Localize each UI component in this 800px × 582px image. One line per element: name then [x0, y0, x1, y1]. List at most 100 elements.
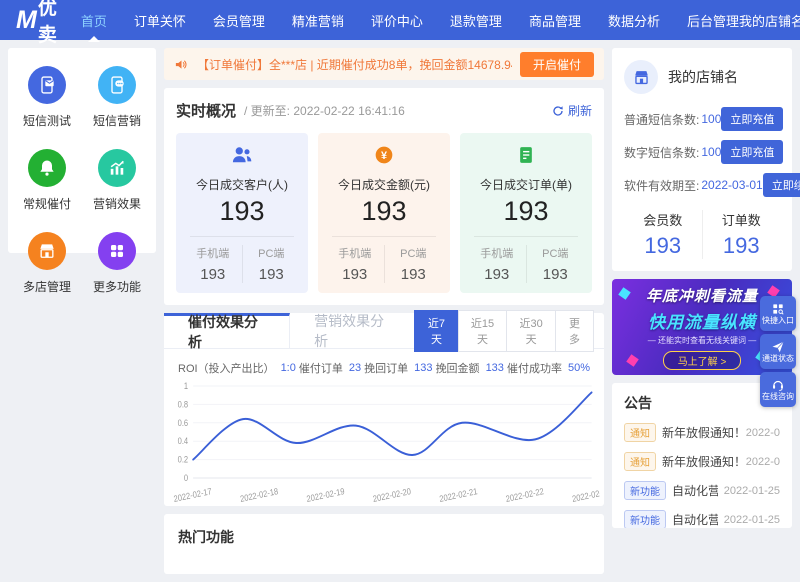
mobile-value: 193 — [342, 266, 368, 283]
nav-item-analytics[interactable]: 数据分析 — [608, 0, 660, 42]
nav-item-home[interactable]: 首页 — [81, 0, 107, 42]
recharge-button-2[interactable]: 立即充值 — [721, 140, 784, 164]
shop-panel-title: 我的店铺名 — [668, 69, 738, 85]
sidebar-item-marketing-effect[interactable]: 营销效果 — [82, 149, 152, 212]
channel-status-button[interactable]: 通道状态 — [760, 334, 796, 369]
app-logo[interactable]: M 优卖 — [16, 0, 57, 47]
notice-text: 【订单催付】全***店 | 近期催付成功8单，挽回金额14678.94元，催付成… — [197, 57, 512, 72]
svg-text:2022-02-21: 2022-02-21 — [439, 485, 479, 504]
sidebar-item-label: 短信营销 — [92, 114, 141, 128]
nav-item-reviews[interactable]: 评价中心 — [371, 0, 423, 42]
svg-text:2022-02-17: 2022-02-17 — [173, 485, 213, 504]
digital-sms-value: 100 — [701, 145, 722, 159]
svg-text:0.2: 0.2 — [178, 454, 189, 465]
kpi-roi: ROI（投入产出比） 1:0 — [178, 362, 296, 375]
pc-label: PC端 — [258, 248, 285, 260]
svg-text:2022-02-18: 2022-02-18 — [239, 485, 279, 504]
nav-item-members[interactable]: 会员管理 — [213, 0, 265, 42]
svg-text:2022-02-20: 2022-02-20 — [372, 485, 412, 504]
filter-7d[interactable]: 近7天 — [414, 309, 459, 352]
order-doc-icon — [520, 147, 532, 163]
renew-button[interactable]: 立即续费 — [762, 173, 800, 197]
nav-item-products[interactable]: 商品管理 — [529, 0, 581, 42]
sms-test-icon — [28, 66, 66, 104]
stat-card-title: 今日成交订单(单) — [480, 178, 572, 192]
sidebar-item-label: 短信测试 — [22, 114, 71, 128]
sidebar-item-label: 常规催付 — [22, 197, 71, 211]
banner-line3: — 还能实时查看无线关键词 — — [647, 335, 757, 345]
sms-balance-value: 100 — [701, 112, 722, 126]
nav-item-backend[interactable]: 后台管理 — [687, 0, 739, 42]
shop-panel: 我的店铺名 普通短信条数: 100 立即充值 数字短信条数: 100 立即充值 … — [612, 48, 800, 271]
nav-item-refunds[interactable]: 退款管理 — [450, 0, 502, 42]
member-count: 会员数 193 — [643, 213, 683, 258]
sidebar-item-payment-reminder[interactable]: 常规催付 — [12, 149, 82, 212]
nav-item-order-care[interactable]: 订单关怀 — [134, 0, 186, 42]
line-chart: 0 0.2 0.4 0.6 0.8 1 2022-02-17 2022-02-18 2022-0… — [164, 378, 604, 506]
announcement-item[interactable]: 通知 新年放假通知！！！ 2022-0 — [624, 423, 780, 442]
nav-item-marketing[interactable]: 精准营销 — [292, 0, 344, 42]
tab-reminder-effect[interactable]: 催付效果分析 — [164, 313, 291, 350]
new-feature-badge: 新功能 — [624, 510, 666, 528]
kpi-recovered-orders: 挽回订单 133 — [364, 362, 433, 375]
filter-15d[interactable]: 近15天 — [457, 309, 508, 352]
filter-30d[interactable]: 近30天 — [506, 309, 556, 352]
apps-search-icon — [773, 304, 784, 315]
svg-text:¥: ¥ — [381, 150, 387, 162]
license-expiry-row: 软件有效期至: 2022-03-01 立即续费 — [624, 173, 800, 197]
recharge-button[interactable]: 立即充值 — [721, 107, 784, 131]
storefront-icon — [624, 60, 658, 94]
logo-m-icon: M — [16, 5, 37, 34]
online-support-button[interactable]: 在线咨询 — [760, 372, 796, 407]
refresh-icon — [553, 105, 563, 116]
banner-cta-button[interactable]: 马上了解 > — [662, 350, 742, 370]
mobile-label: 手机端 — [338, 248, 372, 260]
sidebar-item-multi-store[interactable]: 多店管理 — [12, 232, 82, 295]
store-icon — [28, 232, 66, 270]
mobile-label: 手机端 — [196, 248, 230, 260]
sidebar-item-sms-test[interactable]: 短信测试 — [12, 66, 82, 129]
floating-sidebar: 快捷入口 通道状态 在线咨询 — [760, 296, 796, 407]
svg-text:2022-02-19: 2022-02-19 — [306, 485, 346, 504]
pc-value: 193 — [542, 266, 568, 283]
stat-card-value: 193 — [361, 196, 407, 226]
shop-dropdown-label: 我的店铺名 — [738, 13, 800, 29]
stat-card-value: 193 — [219, 196, 265, 226]
speaker-icon — [175, 59, 187, 69]
shop-dropdown[interactable]: 我的店铺名 — [739, 11, 800, 30]
sidebar-item-label: 多店管理 — [22, 280, 71, 294]
svg-text:0.4: 0.4 — [178, 436, 189, 447]
sidebar-item-sms-marketing[interactable]: 短信营销 — [82, 66, 152, 129]
realtime-overview-card: 实时概况 / 更新至: 2022-02-22 16:41:16 刷新 今日成交客… — [164, 88, 604, 305]
realtime-updated-time: / 更新至: 2022-02-22 16:41:16 — [244, 104, 405, 118]
refresh-button[interactable]: 刷新 — [552, 102, 592, 119]
analysis-card: 催付效果分析 营销效果分析 近7天 近15天 近30天 更多 ROI（投入产出比… — [164, 309, 604, 506]
sidebar-item-more-functions[interactable]: 更多功能 — [82, 232, 152, 295]
svg-text:1: 1 — [184, 380, 189, 391]
pc-label: PC端 — [542, 248, 569, 260]
paper-plane-icon — [772, 341, 784, 353]
announcement-item[interactable]: 新功能 自动化营销功能上线 2022-01-25 — [624, 510, 780, 528]
notice-badge: 通知 — [624, 452, 656, 471]
mobile-label: 手机端 — [480, 248, 514, 260]
pc-value: 193 — [258, 266, 284, 283]
notice-bar: 【订单催付】全***店 | 近期催付成功8单，挽回金额14678.94元，催付成… — [164, 48, 604, 80]
announcement-item[interactable]: 通知 新年放假通知！！！ 2022-0 — [624, 452, 780, 471]
tab-marketing-effect[interactable]: 营销效果分析 — [290, 313, 415, 349]
svg-text:0: 0 — [184, 472, 189, 483]
hot-functions-title: 热门功能 — [178, 529, 234, 545]
announcement-item[interactable]: 新功能 自动化营销功能上线 2022-01-25 — [624, 481, 780, 500]
stat-card-orders: 今日成交订单(单) 193 手机端 193 PC端 193 — [460, 133, 592, 293]
bell-icon — [28, 149, 66, 187]
quick-entry-button[interactable]: 快捷入口 — [760, 296, 796, 331]
banner-line1: 年底冲刺看流量 — [645, 287, 758, 305]
time-range-filters: 近7天 近15天 近30天 更多 — [414, 309, 604, 352]
realtime-title: 实时概况 — [176, 103, 237, 120]
stat-card-title: 今日成交客户(人) — [196, 178, 288, 192]
start-reminder-button[interactable]: 开启催付 — [519, 51, 594, 77]
headset-icon — [773, 380, 783, 391]
chart-icon — [98, 149, 136, 187]
sms-balance-row: 普通短信条数: 100 立即充值 — [624, 107, 784, 131]
svg-text:0.8: 0.8 — [178, 399, 189, 410]
filter-more[interactable]: 更多 — [554, 309, 594, 352]
